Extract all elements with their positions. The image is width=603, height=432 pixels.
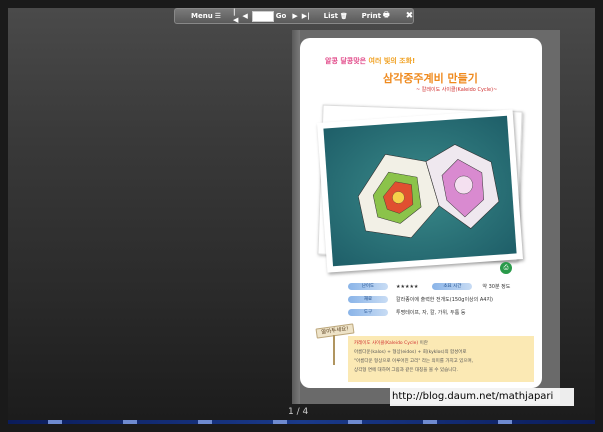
strip-tick [348,420,362,424]
info-row-materials: 재료 칼라종이에 출력한 전개도(150g이상의 A4지) [348,296,493,303]
page-edge [292,30,300,404]
note-sign-stick [333,335,335,365]
strip-tick [48,420,62,424]
strip-tick [498,420,512,424]
info-label: 재료 [348,296,388,303]
description-box: 카레이도 사이클(Kaleido Cycle) 이란 아름다운(kalos) +… [348,336,534,382]
kaleidocycle-illustration [357,144,500,239]
print-label: Print [361,12,381,20]
menu-icon: ☰ [214,12,221,20]
strip-tick [123,420,137,424]
menu-label: Menu [191,12,213,20]
page-title: 삼각중주계비 만들기 [383,72,478,85]
info-value: 칼라종이에 출력한 전개도(150g이상의 A4지) [396,297,493,303]
info-value: 투명테이프, 자, 칼, 가위, 두툼 등 [396,310,466,316]
kicker-part-1: 알콩 달콩맞은 [325,57,367,65]
menu-button[interactable]: Menu ☰ [191,9,221,23]
desc-line: 상각형 면에 대하여 그림과 같은 대칭을 볼 수 있습니다. [354,368,458,373]
page-subtitle: ~ 칼레이도 사이클(Kaleido Cycle)~ [416,87,498,93]
strip-tick [198,420,212,424]
info-label: 난이도 [348,283,388,290]
desc-line: 카레이도 사이클(Kaleido Cycle) 이란 [354,339,528,348]
print-icon: 🖶 [382,10,390,19]
info-label: 도구 [348,309,388,316]
desc-highlight: 카레이도 사이클(Kaleido Cycle) [354,341,419,346]
list-icon: 🗑 [340,12,348,20]
print-icon[interactable]: ⎙ [500,262,512,274]
info-value: ★★★★★ [396,283,419,290]
page-number-input[interactable] [251,10,274,22]
first-page-icon[interactable]: |◀ [233,8,238,24]
kicker-part-2: 여러 빛의 조화! [368,57,416,65]
print-button[interactable]: Print 🖶 [362,9,390,23]
next-page-icon[interactable]: ▶ [292,9,297,23]
bottom-progress-strip [8,420,595,424]
desc-line: 아름다운(kalos) + 형상(eidos) + 회(kyklos)의 합성어… [354,350,467,355]
page-indicator: 1 / 4 [288,407,309,417]
list-button[interactable]: List 🗑 [324,9,348,23]
strip-tick [423,420,437,424]
go-button[interactable]: Go [276,9,287,23]
info-label: 소요 시간 [432,283,473,290]
last-page-icon[interactable]: ▶| [302,9,310,23]
close-icon[interactable]: ✖ [406,9,414,23]
info-value: 약 30분 정도 [482,284,511,290]
info-row-difficulty: 난이도 ★★★★★ 소요 시간 약 30분 정도 [348,283,510,290]
kaleidocycle-photo [317,109,523,273]
info-row-tools: 도구 투명테이프, 자, 칼, 가위, 두툼 등 [348,309,466,316]
strip-tick [273,420,287,424]
desc-text: 이란 [419,341,428,346]
desc-line: "아름다운 형상으로 이루어진 고리" 라는 의미를 가지고 있으며, [354,359,474,364]
page-kicker: 알콩 달콩맞은 여러 빛의 조화! [325,56,525,66]
blog-watermark: http://blog.daum.net/mathjapari [390,388,574,406]
photo-image [323,115,517,267]
prev-page-icon[interactable]: ◀ [242,9,247,23]
list-label: List [323,12,339,20]
viewer-toolbar: Menu ☰ |◀ ◀ Go ▶ ▶| List 🗑 Print 🖶 ✖ [174,8,414,24]
